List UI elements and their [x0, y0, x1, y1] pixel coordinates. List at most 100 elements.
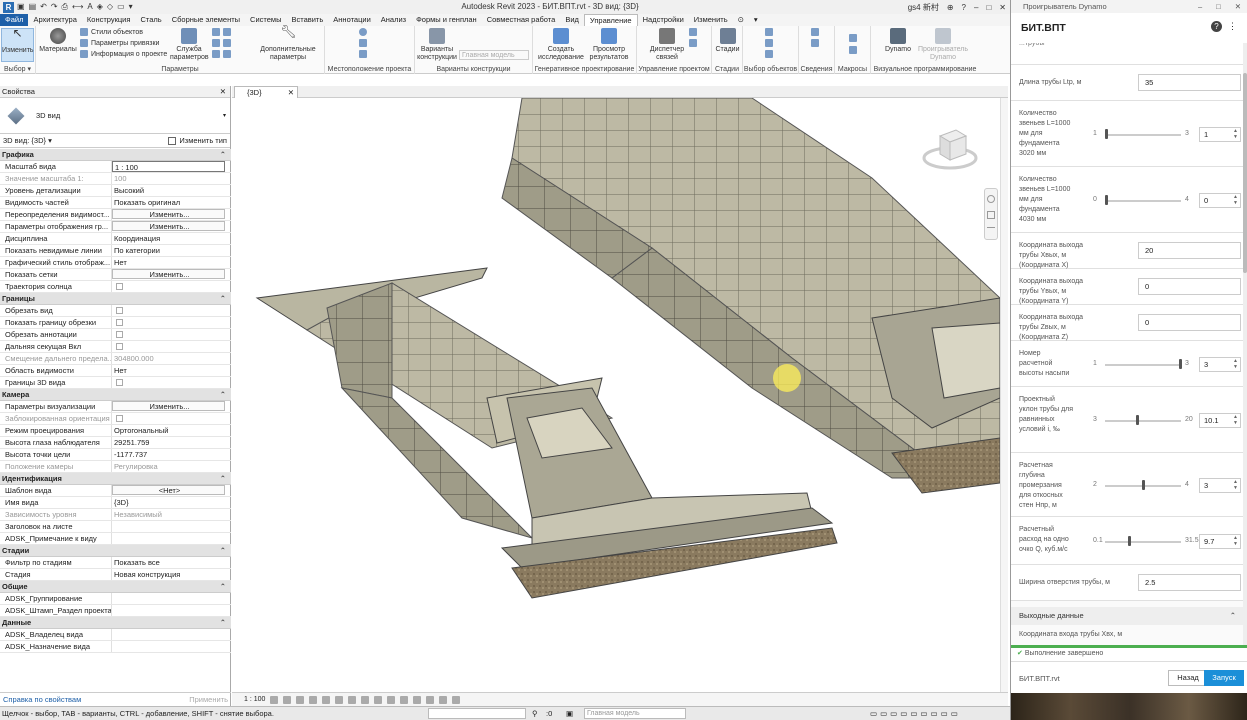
property-value[interactable]: Новая конструкция: [112, 569, 231, 580]
3d-view-icon[interactable]: ◈: [97, 2, 103, 12]
slider-handle[interactable]: [1136, 415, 1140, 425]
slider-track[interactable]: [1105, 200, 1181, 202]
property-checkbox[interactable]: [116, 415, 123, 422]
stepper-arrows-icon[interactable]: ▲ ▼: [1233, 414, 1238, 426]
ribbon-tab[interactable]: Сборные элементы: [167, 14, 245, 26]
design-options-button[interactable]: Варианты конструкции: [417, 28, 457, 62]
property-value[interactable]: [112, 605, 231, 616]
inputs-scrollbar[interactable]: [1243, 43, 1247, 645]
reveal-constraints-icon[interactable]: [452, 695, 461, 704]
navigation-bar[interactable]: [984, 188, 998, 240]
properties-section-header[interactable]: Стадии ⌃: [0, 545, 231, 557]
sun-path-icon[interactable]: [296, 695, 305, 704]
lock-view-icon[interactable]: [361, 695, 370, 704]
script-help-icon[interactable]: ?: [1211, 21, 1222, 32]
slider-value-stepper[interactable]: 0 ▲ ▼: [1199, 193, 1241, 208]
maximize-icon[interactable]: □: [986, 3, 991, 12]
qat-dropdown-icon[interactable]: ▾: [129, 2, 133, 12]
property-value[interactable]: Изменить...: [112, 221, 225, 231]
property-checkbox[interactable]: [116, 307, 123, 314]
property-value[interactable]: Показать оригинал: [112, 197, 231, 208]
stepper-arrows-icon[interactable]: ▲ ▼: [1233, 128, 1238, 140]
back-button[interactable]: Назад: [1168, 670, 1208, 686]
filter-icon[interactable]: ⚲: [532, 707, 538, 720]
slider-handle[interactable]: [1105, 195, 1108, 205]
property-value[interactable]: 1 : 100: [112, 161, 225, 172]
outputs-section-header[interactable]: Выходные данные ⌃: [1011, 607, 1244, 625]
dynamo-button[interactable]: Dynamo: [883, 28, 913, 54]
properties-section-header[interactable]: Камера ⌃: [0, 389, 231, 401]
starting-view-button[interactable]: [689, 39, 697, 47]
coordinates-button[interactable]: [359, 39, 367, 47]
collapse-icon[interactable]: ⌃: [220, 581, 226, 593]
phases-button[interactable]: Стадии: [714, 28, 741, 54]
editable-only-icon[interactable]: ▣: [566, 707, 573, 720]
project-params-button[interactable]: Служба параметров: [170, 28, 209, 62]
script-more-icon[interactable]: ⋮: [1228, 21, 1237, 32]
ribbon-tab[interactable]: Управление: [583, 14, 638, 26]
slider-value-stepper[interactable]: 3 ▲ ▼: [1199, 357, 1241, 372]
detail-level-icon[interactable]: [270, 695, 279, 704]
apply-button[interactable]: Применить: [189, 695, 228, 704]
project-info-button[interactable]: Информация о проекте: [80, 50, 167, 58]
stepper-arrows-icon[interactable]: ▲ ▼: [1233, 535, 1238, 547]
design-option-selector[interactable]: Главная модель: [584, 708, 686, 719]
view-tab-3d[interactable]: {3D} ✕: [234, 86, 298, 98]
show-crop-icon[interactable]: [348, 695, 357, 704]
revit-logo-icon[interactable]: R: [3, 1, 14, 13]
zoom-icon[interactable]: [987, 211, 995, 219]
select-group-label[interactable]: Выбор ▾: [0, 65, 35, 74]
ribbon-search-icon[interactable]: ⊙: [733, 14, 749, 26]
close-icon[interactable]: ✕: [999, 3, 1006, 12]
input-textbox[interactable]: 0: [1138, 278, 1241, 295]
print-icon[interactable]: ⎙: [62, 2, 68, 12]
location-button[interactable]: [359, 28, 367, 36]
input-textbox[interactable]: 20: [1138, 242, 1241, 259]
slider-value-stepper[interactable]: 1 ▲ ▼: [1199, 127, 1241, 142]
edit-selection-button[interactable]: [765, 50, 773, 58]
slider-handle[interactable]: [1105, 129, 1108, 139]
properties-section-header[interactable]: Графика ⌃: [0, 149, 231, 161]
transfer-standards-button[interactable]: [212, 39, 231, 47]
ribbon-tab[interactable]: Архитектура: [28, 14, 81, 26]
additional-settings-button[interactable]: 🔧︎ Дополнительные параметры: [256, 25, 320, 62]
view-selector[interactable]: 3D вид: {3D} ▾: [3, 136, 52, 145]
text-icon[interactable]: A: [87, 2, 92, 12]
temp-view-props-icon[interactable]: [400, 695, 409, 704]
worksharing-icon[interactable]: [413, 695, 422, 704]
slider-value-stepper[interactable]: 3 ▲ ▼: [1199, 478, 1241, 493]
save-icon[interactable]: ▤: [29, 2, 37, 12]
property-checkbox[interactable]: [116, 343, 123, 350]
close-properties-icon[interactable]: ✕: [220, 86, 226, 98]
section-icon[interactable]: ◇: [107, 2, 113, 12]
shadows-icon[interactable]: [309, 695, 318, 704]
stepper-arrows-icon[interactable]: ▲ ▼: [1233, 479, 1238, 491]
active-option-select[interactable]: Главная модель: [459, 50, 529, 60]
explore-results-button[interactable]: Просмотр результатов: [585, 28, 633, 62]
property-value[interactable]: Изменить...: [112, 209, 225, 219]
view-scale[interactable]: 1 : 100: [244, 696, 265, 703]
properties-help-link[interactable]: Справка по свойствам: [3, 695, 81, 704]
stepper-arrows-icon[interactable]: ▲ ▼: [1233, 358, 1238, 370]
slider-track[interactable]: [1105, 420, 1181, 422]
dynamo-player-button[interactable]: Проигрыватель Dynamo: [915, 28, 971, 62]
undo-icon[interactable]: ↶: [40, 2, 47, 12]
slider-handle[interactable]: [1127, 536, 1131, 546]
input-slider[interactable]: 04: [1093, 194, 1203, 206]
input-slider[interactable]: 0.1 31.5: [1093, 535, 1203, 547]
reveal-hidden-icon[interactable]: [387, 695, 396, 704]
highlight-displacement-icon[interactable]: [439, 695, 448, 704]
slider-handle[interactable]: [1179, 359, 1182, 369]
slider-track[interactable]: [1105, 541, 1181, 543]
properties-section-header[interactable]: Идентификация ⌃: [0, 473, 231, 485]
create-study-button[interactable]: Создать исследование: [537, 28, 585, 62]
crop-view-icon[interactable]: [335, 695, 344, 704]
ribbon-tab[interactable]: Конструкция: [82, 14, 136, 26]
measure-icon[interactable]: ⟷: [72, 2, 83, 12]
redo-icon[interactable]: ↷: [51, 2, 58, 12]
property-value[interactable]: 29251.759: [112, 437, 231, 448]
input-slider[interactable]: 13: [1093, 358, 1203, 370]
project-units-button[interactable]: [212, 50, 231, 58]
nav-dropdown-icon[interactable]: [987, 227, 995, 231]
property-value[interactable]: Координация: [112, 233, 231, 244]
